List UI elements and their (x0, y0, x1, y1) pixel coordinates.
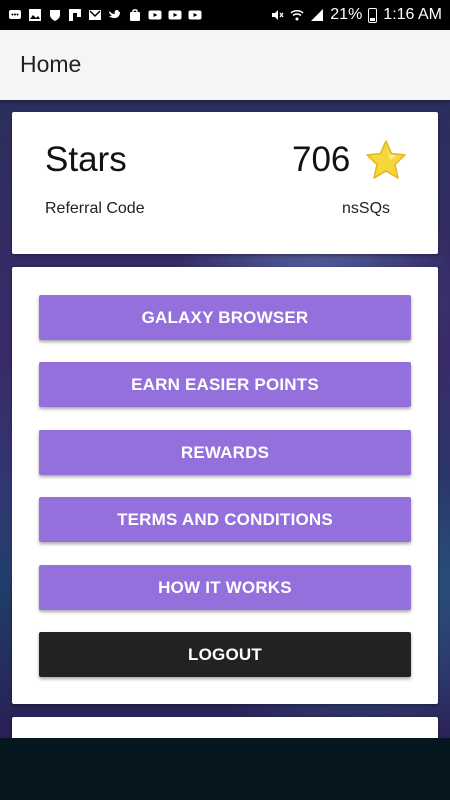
earn-easier-points-button[interactable]: EARN EASIER POINTS (39, 362, 411, 407)
battery-percent: 21% (330, 6, 363, 23)
menu-card: GALAXY BROWSER EARN EASIER POINTS REWARD… (12, 267, 438, 704)
flipboard-icon (68, 8, 82, 22)
rewards-button[interactable]: REWARDS (39, 430, 411, 475)
navigation-bar (0, 738, 450, 800)
stars-label: Stars (45, 140, 127, 179)
how-it-works-button[interactable]: HOW IT WORKS (39, 565, 411, 610)
battery-icon (368, 7, 378, 23)
referral-code-label: Referral Code (45, 200, 145, 217)
chat-icon (8, 8, 22, 22)
youtube-icon (148, 8, 162, 22)
youtube-icon (168, 8, 182, 22)
gmail-icon (88, 8, 102, 22)
wifi-icon (290, 8, 304, 22)
page-title: Home (20, 51, 82, 77)
image-icon (28, 8, 42, 22)
shield-icon (48, 8, 62, 22)
twitter-icon (108, 8, 122, 22)
stars-count: 706 (292, 140, 351, 179)
galaxy-browser-button[interactable]: GALAXY BROWSER (39, 295, 411, 340)
notification-icons (0, 8, 202, 22)
app-bar: Home (0, 30, 450, 100)
galaxy-background: Stars 706 Referral Code nsSQs GALAXY BRO… (0, 100, 450, 738)
bottom-card (12, 717, 438, 738)
referral-code-value: nsSQs (342, 200, 391, 217)
system-icons: 21% 1:16 AM (270, 6, 450, 24)
terms-and-conditions-button[interactable]: TERMS AND CONDITIONS (39, 497, 411, 542)
logout-button[interactable]: LOGOUT (39, 632, 411, 677)
clock: 1:16 AM (383, 6, 442, 23)
stars-card: Stars 706 Referral Code nsSQs (12, 112, 438, 254)
youtube-icon (188, 8, 202, 22)
signal-icon (310, 8, 324, 22)
bag-icon (128, 8, 142, 22)
star-icon (366, 140, 406, 179)
status-bar: 21% 1:16 AM (0, 0, 450, 30)
mute-icon (270, 8, 284, 22)
